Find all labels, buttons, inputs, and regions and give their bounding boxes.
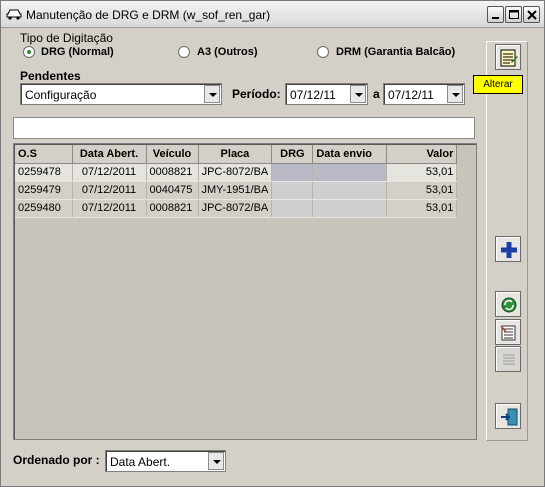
table-row[interactable]: 0259480 07/12/2011 0008821 JPC-8072/BA 5… xyxy=(15,199,458,218)
pendentes-value: Configuração xyxy=(25,88,97,102)
cell-data-envio xyxy=(312,181,388,200)
cell-drg xyxy=(271,181,314,200)
col-valor[interactable]: Valor xyxy=(386,145,458,164)
radio-a3-outros[interactable] xyxy=(178,46,190,58)
chevron-down-icon[interactable] xyxy=(350,85,366,103)
chevron-down-icon[interactable] xyxy=(447,85,463,103)
table-row[interactable]: 0259478 07/12/2011 0008821 JPC-8072/BA 5… xyxy=(15,163,458,182)
ordenado-value: Data Abert. xyxy=(110,455,171,469)
car-icon xyxy=(6,9,22,20)
col-veiculo[interactable]: Veículo xyxy=(146,145,199,164)
cell-os: 0259479 xyxy=(15,181,73,200)
cell-veiculo: 0008821 xyxy=(146,163,199,182)
cell-data-abert: 07/12/2011 xyxy=(72,163,147,182)
close-button[interactable] xyxy=(523,6,540,23)
radio-drg-normal[interactable] xyxy=(23,46,35,58)
tipo-digitacao-label: Tipo de Digitação xyxy=(20,31,113,45)
window-title: Manutenção de DRG e DRM (w_sof_ren_gar) xyxy=(26,8,271,22)
table-row[interactable]: 0259479 07/12/2011 0040475 JMY-1951/BA 5… xyxy=(15,181,458,200)
cell-data-abert: 07/12/2011 xyxy=(72,199,147,218)
alterar-tooltip: Alterar xyxy=(473,75,523,94)
minimize-icon xyxy=(492,17,499,19)
results-grid[interactable]: O.S Data Abert. Veículo Placa DRG Data e… xyxy=(13,143,477,440)
col-drg[interactable]: DRG xyxy=(271,145,314,164)
refresh-button[interactable] xyxy=(495,291,521,317)
periodo-to-value: 07/12/11 xyxy=(388,88,434,102)
cell-placa: JMY-1951/BA xyxy=(198,181,273,200)
details-button[interactable] xyxy=(495,346,521,372)
cell-veiculo: 0040475 xyxy=(146,181,199,200)
main-window: Manutenção de DRG e DRM (w_sof_ren_gar) … xyxy=(0,0,545,487)
alterar-button[interactable] xyxy=(495,44,521,70)
results-table: O.S Data Abert. Veículo Placa DRG Data e… xyxy=(15,145,458,218)
pendentes-select[interactable]: Configuração xyxy=(20,83,222,105)
edit-list-icon xyxy=(500,49,518,67)
close-icon xyxy=(527,10,537,20)
text-lines-icon xyxy=(503,354,515,365)
col-os[interactable]: O.S xyxy=(15,145,73,164)
periodo-separator: a xyxy=(373,87,380,101)
list-filter-icon xyxy=(500,325,516,341)
ordenado-label: Ordenado por : xyxy=(13,453,100,467)
cell-placa: JPC-8072/BA xyxy=(198,199,273,218)
refresh-icon xyxy=(501,297,517,313)
cell-data-envio xyxy=(312,199,388,218)
cell-veiculo: 0008821 xyxy=(146,199,199,218)
chevron-down-icon[interactable] xyxy=(208,452,224,470)
filter-list-button[interactable] xyxy=(495,319,521,345)
cell-data-abert: 07/12/2011 xyxy=(72,181,147,200)
cell-valor: 53,01 xyxy=(386,163,458,182)
pendentes-label: Pendentes xyxy=(20,69,81,83)
cell-data-envio xyxy=(312,163,388,182)
periodo-from-value: 07/12/11 xyxy=(290,88,336,102)
radio-drm-garantia-label[interactable]: DRM (Garantia Balcão) xyxy=(336,46,455,58)
radio-drm-garantia[interactable] xyxy=(317,46,329,58)
chevron-down-icon[interactable] xyxy=(204,85,220,103)
minimize-button[interactable] xyxy=(487,6,504,23)
periodo-to-date[interactable]: 07/12/11 xyxy=(383,83,465,105)
plus-icon xyxy=(501,242,517,258)
filter-input[interactable] xyxy=(13,117,475,139)
col-data-abert[interactable]: Data Abert. xyxy=(72,145,147,164)
cell-valor: 53,01 xyxy=(386,199,458,218)
title-bar[interactable]: Manutenção de DRG e DRM (w_sof_ren_gar) xyxy=(1,1,544,28)
col-placa[interactable]: Placa xyxy=(198,145,273,164)
maximize-button[interactable] xyxy=(505,6,522,23)
ordenado-select[interactable]: Data Abert. xyxy=(105,450,226,472)
cell-os: 0259478 xyxy=(15,163,73,182)
cell-valor: 53,01 xyxy=(386,181,458,200)
exit-button[interactable] xyxy=(495,403,521,429)
periodo-label: Período: xyxy=(232,87,281,101)
radio-drg-normal-label[interactable]: DRG (Normal) xyxy=(41,46,114,58)
radio-a3-outros-label[interactable]: A3 (Outros) xyxy=(197,46,258,58)
maximize-icon xyxy=(509,10,519,19)
table-header-row: O.S Data Abert. Veículo Placa DRG Data e… xyxy=(15,145,458,164)
cell-placa: JPC-8072/BA xyxy=(198,163,273,182)
periodo-from-date[interactable]: 07/12/11 xyxy=(285,83,368,105)
exit-door-icon xyxy=(501,408,518,426)
cell-drg xyxy=(271,163,314,182)
col-data-envio[interactable]: Data envio xyxy=(312,145,388,164)
cell-os: 0259480 xyxy=(15,199,73,218)
add-button[interactable] xyxy=(495,236,521,262)
cell-drg xyxy=(271,199,314,218)
